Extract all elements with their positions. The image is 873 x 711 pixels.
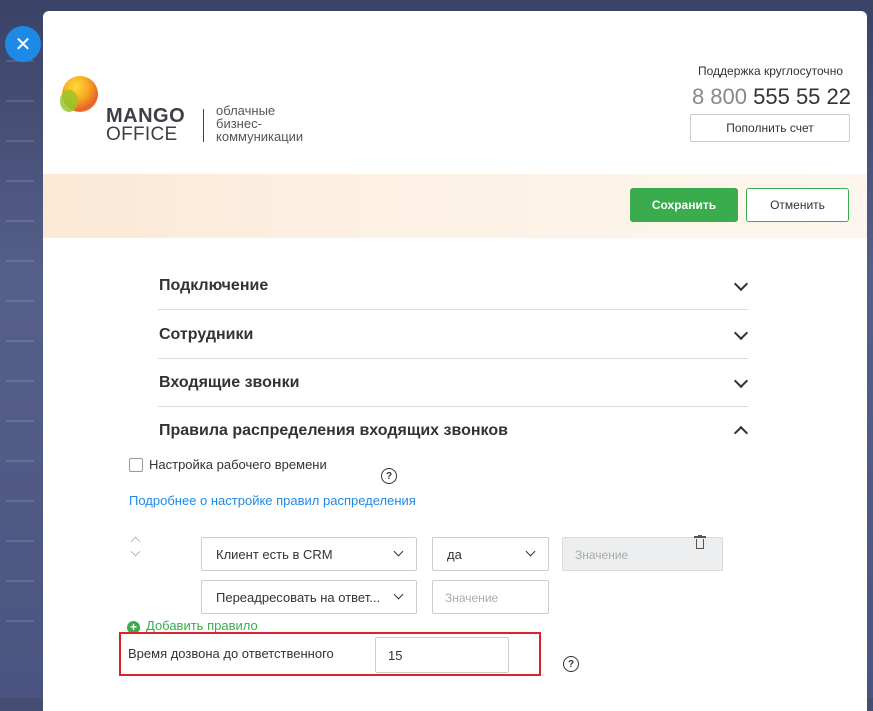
chevron-up-icon: [733, 425, 749, 441]
topup-button[interactable]: Пополнить счет: [690, 114, 850, 142]
ring-time-label: Время дозвона до ответственного: [128, 646, 334, 661]
close-icon: ✕: [14, 33, 32, 56]
support-phone: 8 800 555 55 22: [691, 84, 851, 109]
chevron-down-icon: [525, 546, 536, 557]
mango-logo-icon: [60, 76, 98, 112]
chevron-down-icon: [733, 325, 749, 341]
work-time-label: Настройка рабочего времени: [149, 457, 327, 472]
cancel-button[interactable]: Отменить: [746, 188, 849, 222]
section-title: Правила распределения входящих звонков: [159, 422, 508, 439]
action-value-input[interactable]: Значение: [432, 580, 549, 614]
background-decor: [0, 60, 40, 700]
section-employees[interactable]: Сотрудники: [158, 312, 749, 359]
close-button[interactable]: ✕: [5, 26, 41, 62]
work-time-checkbox[interactable]: [129, 458, 143, 472]
section-title: Подключение: [159, 277, 269, 294]
chevron-down-icon: [393, 546, 404, 557]
section-connection[interactable]: Подключение: [158, 263, 749, 310]
action-select[interactable]: Переадресовать на ответ...: [201, 580, 417, 614]
ring-time-input[interactable]: 15: [375, 637, 509, 673]
section-distribution-rules[interactable]: Правила распределения входящих звонков: [158, 408, 749, 455]
chevron-down-icon: [733, 373, 749, 389]
chevron-down-icon: [393, 589, 404, 600]
trash-icon[interactable]: [694, 535, 706, 549]
logo-tagline: облачные бизнес- коммуникации: [216, 103, 304, 144]
section-incoming-calls[interactable]: Входящие звонки: [158, 360, 749, 407]
help-icon[interactable]: ?: [381, 468, 397, 484]
operator-select[interactable]: да: [432, 537, 549, 571]
section-title: Входящие звонки: [159, 374, 300, 391]
action-toolbar: [43, 174, 867, 238]
chevron-down-icon: [733, 276, 749, 292]
logo-office-text: OFFICE: [106, 124, 178, 145]
reorder-handle-icon[interactable]: [129, 534, 143, 560]
distribution-help-link[interactable]: Подробнее о настройке правил распределен…: [129, 493, 416, 508]
section-title: Сотрудники: [159, 326, 254, 343]
help-icon[interactable]: ?: [563, 656, 579, 672]
save-button[interactable]: Сохранить: [630, 188, 738, 222]
condition-select[interactable]: Клиент есть в CRM: [201, 537, 417, 571]
support-label: Поддержка круглосуточно: [698, 64, 843, 78]
logo-divider: [203, 109, 204, 142]
